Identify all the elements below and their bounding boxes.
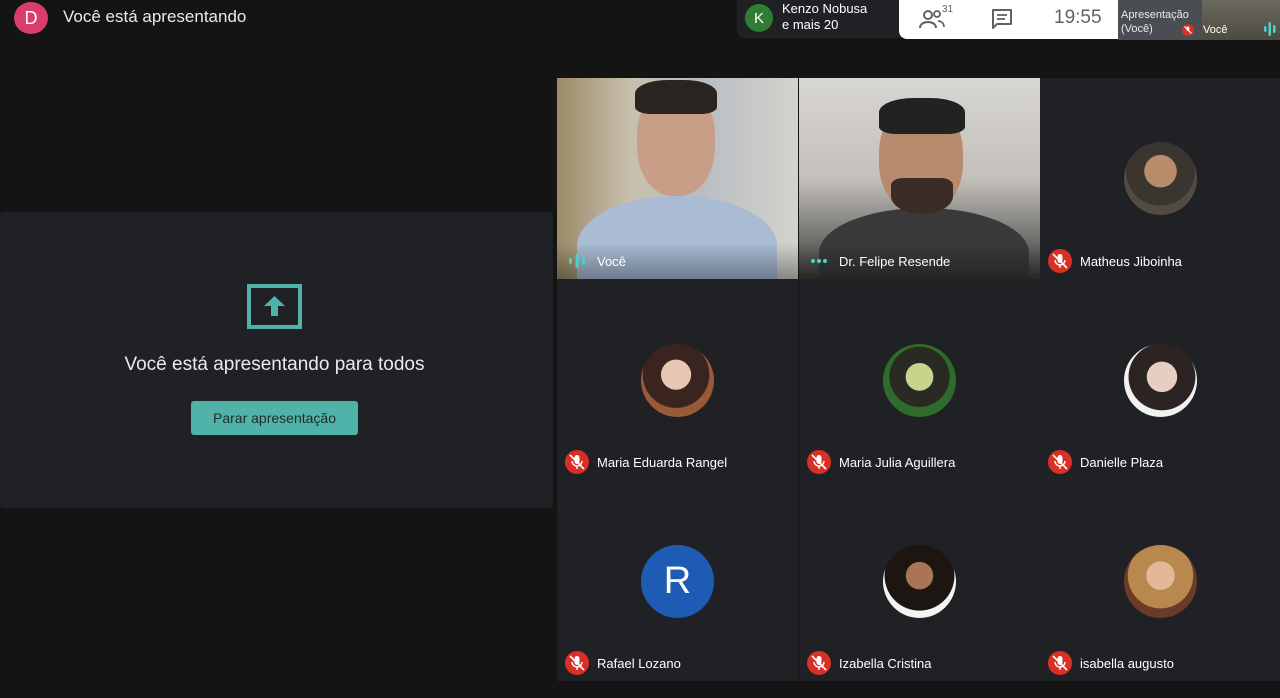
self-view-thumbnail[interactable]: Apresentação (Você) Você <box>1118 0 1280 40</box>
present-screen-icon <box>247 284 302 329</box>
participant-tile[interactable]: Matheus Jiboinha <box>1040 78 1280 279</box>
participant-avatar <box>883 344 956 417</box>
chat-icon[interactable] <box>991 8 1013 30</box>
participant-tile[interactable]: R Rafael Lozano <box>557 480 798 681</box>
participant-video-beard <box>891 178 953 214</box>
mic-off-icon <box>1182 24 1194 36</box>
mic-off-icon <box>1048 450 1072 474</box>
participant-tile[interactable]: Maria Julia Aguillera <box>799 279 1040 480</box>
speaking-indicator-icon <box>569 254 585 268</box>
pinned-participants-chip[interactable]: K Kenzo Nobusa e mais 20 <box>737 0 905 38</box>
participant-tile[interactable]: Danielle Plaza <box>1040 279 1280 480</box>
mic-off-icon <box>565 651 589 675</box>
meeting-controls-bar: 31 19:55 <box>899 0 1119 39</box>
participant-video-hair <box>635 80 717 114</box>
presentation-thumbnail-label: Apresentação (Você) <box>1121 8 1189 36</box>
presenting-message: Você está apresentando para todos <box>124 354 425 375</box>
self-view-you-label: Você <box>1203 24 1228 36</box>
meeting-clock: 19:55 <box>1054 7 1102 28</box>
participant-tile[interactable]: Dr. Felipe Resende <box>799 78 1040 279</box>
mic-off-icon <box>1048 651 1072 675</box>
presenting-status-title: Você está apresentando <box>63 7 247 26</box>
participant-tile[interactable]: Você <box>557 78 798 279</box>
presentation-label-line1: Apresentação <box>1121 9 1189 21</box>
participant-avatar <box>1124 142 1197 215</box>
participant-avatar <box>641 344 714 417</box>
pinned-more-count: e mais 20 <box>782 17 839 32</box>
pinned-name: Kenzo Nobusa <box>782 1 868 16</box>
participant-name: Matheus Jiboinha <box>1080 254 1182 269</box>
participant-tile[interactable]: Izabella Cristina <box>799 480 1040 681</box>
participant-name: Maria Julia Aguillera <box>839 455 956 470</box>
participant-avatar <box>1124 344 1197 417</box>
participant-grid: Você Dr. Felipe Resende Matheus Jiboinha <box>557 78 1280 682</box>
mic-off-icon <box>807 450 831 474</box>
audio-dots-icon <box>811 259 827 263</box>
presentation-panel: Você está apresentando para todos Parar … <box>0 212 553 508</box>
participant-name: Dr. Felipe Resende <box>839 254 951 269</box>
participant-name: Rafael Lozano <box>597 656 681 671</box>
participant-name: isabella augusto <box>1080 656 1174 671</box>
participant-tile[interactable]: isabella augusto <box>1040 480 1280 681</box>
participant-avatar <box>1124 545 1197 618</box>
participant-video-hair <box>879 98 965 134</box>
mic-off-icon <box>1048 249 1072 273</box>
participant-name: Izabella Cristina <box>839 656 932 671</box>
participant-letter-avatar: R <box>641 545 714 618</box>
audio-level-icon <box>1264 22 1276 36</box>
pinned-avatar: K <box>745 4 773 32</box>
participant-name: Danielle Plaza <box>1080 455 1164 470</box>
participant-name: Você <box>597 254 626 269</box>
stop-presenting-button[interactable]: Parar apresentação <box>191 401 358 435</box>
participant-avatar <box>883 545 956 618</box>
participant-name: Maria Eduarda Rangel <box>597 455 728 470</box>
mic-off-icon <box>565 450 589 474</box>
mic-off-icon <box>807 651 831 675</box>
participant-tile[interactable]: Maria Eduarda Rangel <box>557 279 798 480</box>
presentation-label-line2: (Você) <box>1121 23 1153 35</box>
user-avatar[interactable]: D <box>14 2 48 34</box>
participants-count: 31 <box>942 4 954 15</box>
video-label-shade <box>557 243 798 279</box>
